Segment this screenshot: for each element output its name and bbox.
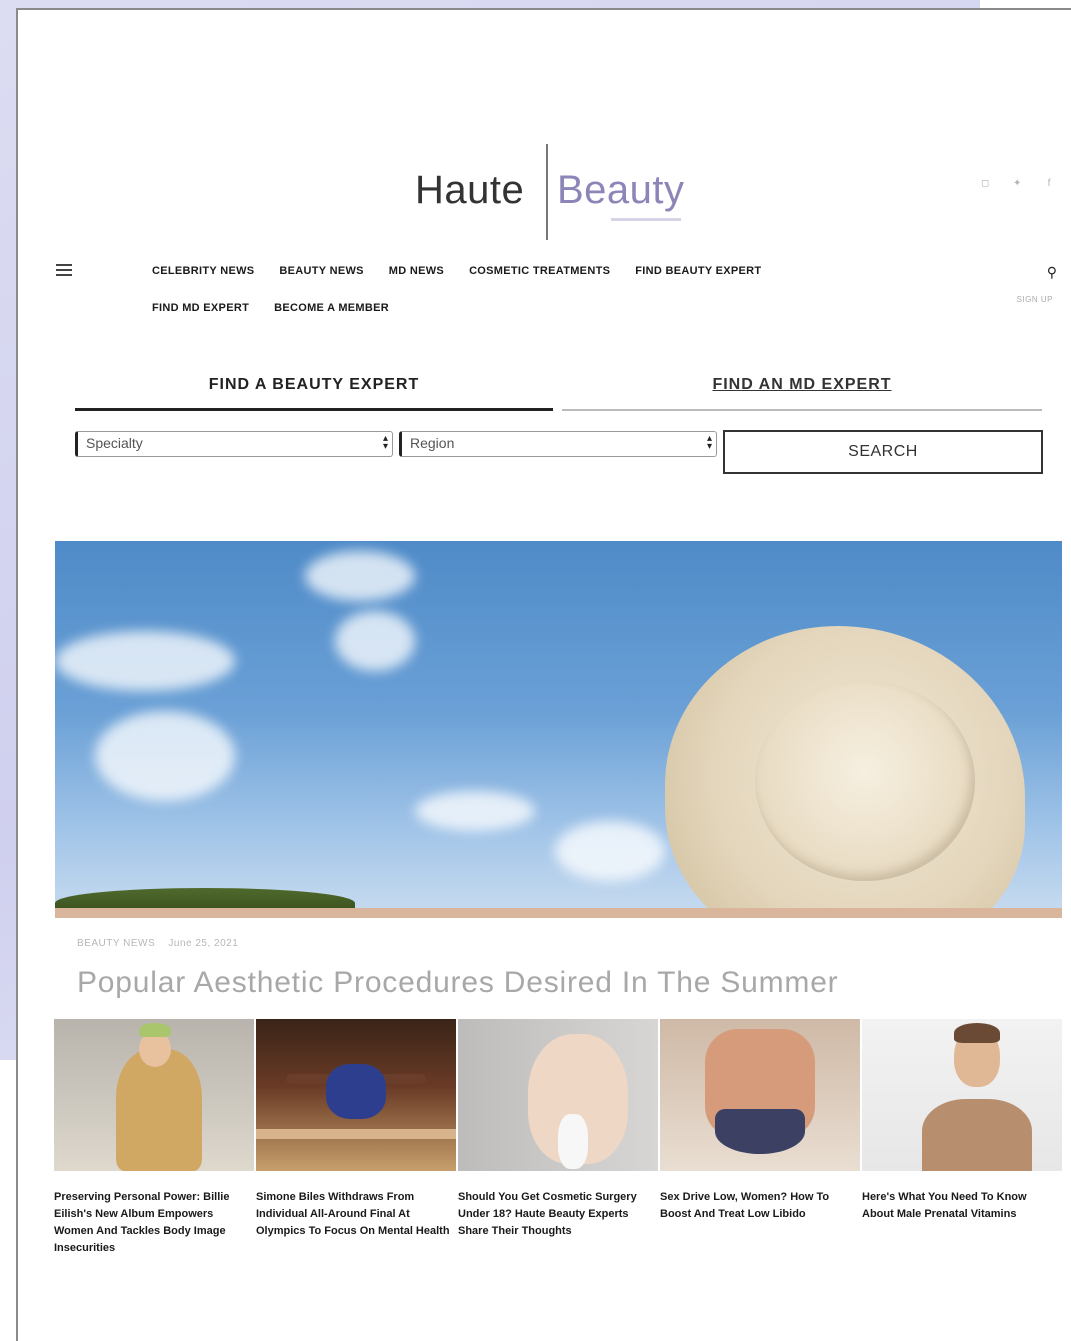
straw-hat-crown (755, 681, 975, 881)
article-title[interactable]: Should You Get Cosmetic Surgery Under 18… (458, 1189, 658, 1240)
logo-word-beauty: Beauty (557, 168, 685, 212)
cloud (555, 821, 665, 881)
cloud (55, 631, 235, 691)
article-strip: Preserving Personal Power: Billie Eilish… (54, 1019, 1062, 1257)
main-nav: CELEBRITY NEWS BEAUTY NEWS MD NEWS COSME… (152, 265, 912, 339)
nav-celebrity-news[interactable]: CELEBRITY NEWS (152, 265, 254, 277)
article-card[interactable]: Here's What You Need To Know About Male … (862, 1019, 1062, 1257)
article-card[interactable]: Sex Drive Low, Women? How To Boost And T… (660, 1019, 860, 1257)
article-title[interactable]: Sex Drive Low, Women? How To Boost And T… (660, 1189, 860, 1223)
logo-tagline-mark (611, 218, 681, 221)
article-title[interactable]: Simone Biles Withdraws From Individual A… (256, 1189, 456, 1240)
search-icon[interactable]: ⚲ (1047, 264, 1057, 281)
nav-row-2: FIND MD EXPERT BECOME A MEMBER (152, 302, 912, 314)
facebook-icon[interactable]: f (1045, 178, 1053, 189)
nav-beauty-news[interactable]: BEAUTY NEWS (279, 265, 363, 277)
article-thumbnail[interactable] (862, 1019, 1062, 1171)
specialty-select-value: Specialty (86, 435, 143, 451)
beach-ground (55, 908, 1062, 918)
instagram-icon[interactable]: ◻ (981, 178, 989, 189)
select-arrows-icon: ▴ ▾ (706, 433, 712, 452)
article-thumbnail[interactable] (54, 1019, 254, 1171)
twitter-icon[interactable]: ✦ (1013, 178, 1021, 189)
cloud (335, 611, 415, 671)
tab-find-beauty-expert[interactable]: FIND A BEAUTY EXPERT (75, 376, 553, 411)
hero-date: June 25, 2021 (168, 938, 239, 949)
cloud (415, 791, 535, 831)
nav-row-1: CELEBRITY NEWS BEAUTY NEWS MD NEWS COSME… (152, 265, 912, 277)
article-card[interactable]: Simone Biles Withdraws From Individual A… (256, 1019, 456, 1257)
nav-cosmetic-treatments[interactable]: COSMETIC TREATMENTS (469, 265, 610, 277)
article-thumbnail[interactable] (458, 1019, 658, 1171)
tab-find-md-expert[interactable]: FIND AN MD EXPERT (562, 376, 1042, 411)
cloud (95, 711, 235, 801)
logo-divider (546, 144, 548, 240)
social-links: ◻ ✦ f (981, 178, 1053, 189)
article-card[interactable]: Preserving Personal Power: Billie Eilish… (54, 1019, 254, 1257)
article-thumbnail[interactable] (660, 1019, 860, 1171)
hero-headline[interactable]: Popular Aesthetic Procedures Desired In … (77, 966, 838, 1000)
article-title[interactable]: Here's What You Need To Know About Male … (862, 1189, 1062, 1223)
article-thumbnail[interactable] (256, 1019, 456, 1171)
nav-find-md-expert[interactable]: FIND MD EXPERT (152, 302, 249, 314)
hamburger-menu-icon[interactable] (56, 264, 72, 279)
select-arrows-icon: ▴ ▾ (382, 433, 388, 452)
hero-meta: BEAUTY NEWS June 25, 2021 (77, 938, 248, 949)
site-logo[interactable]: Haute Beauty (415, 142, 715, 242)
hero-image[interactable] (55, 541, 1062, 918)
nav-md-news[interactable]: MD NEWS (389, 265, 444, 277)
sign-up-link[interactable]: SIGN UP (1017, 295, 1053, 304)
nav-become-a-member[interactable]: BECOME A MEMBER (274, 302, 389, 314)
region-select[interactable]: Region ▴ ▾ (399, 431, 717, 457)
nav-find-beauty-expert[interactable]: FIND BEAUTY EXPERT (635, 265, 761, 277)
region-select-value: Region (410, 435, 455, 451)
specialty-select[interactable]: Specialty ▴ ▾ (75, 431, 393, 457)
logo-word-haute: Haute (415, 168, 525, 212)
cloud (305, 551, 415, 601)
article-title[interactable]: Preserving Personal Power: Billie Eilish… (54, 1189, 254, 1257)
hero-category[interactable]: BEAUTY NEWS (77, 938, 155, 949)
search-button[interactable]: SEARCH (723, 430, 1043, 474)
article-card[interactable]: Should You Get Cosmetic Surgery Under 18… (458, 1019, 658, 1257)
